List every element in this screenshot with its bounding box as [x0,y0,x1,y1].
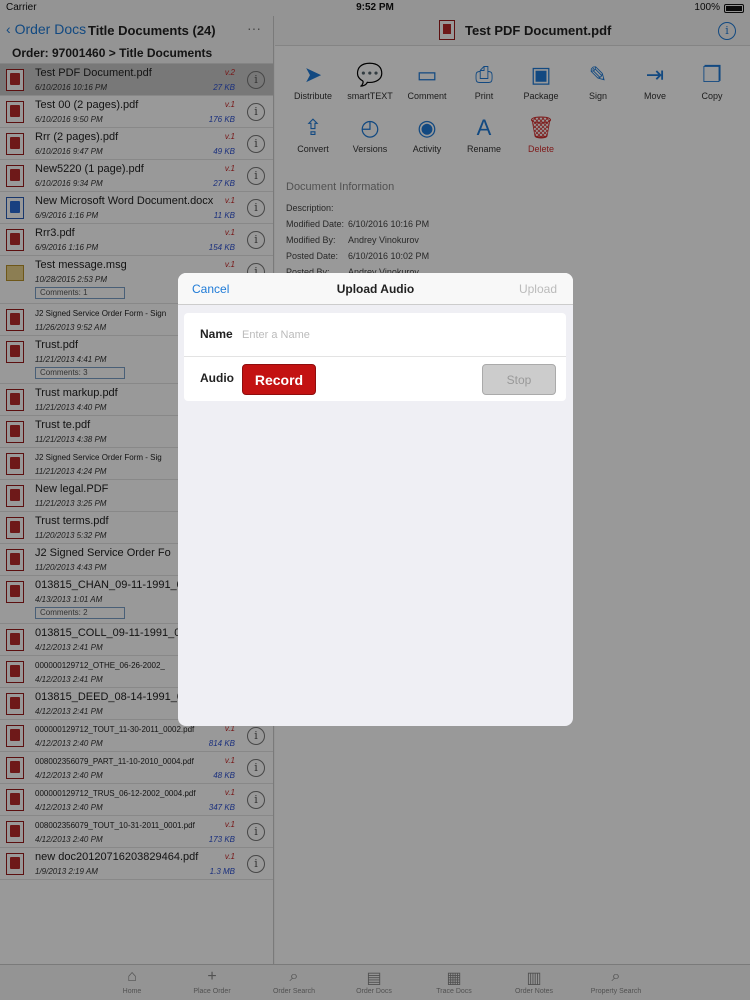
name-input[interactable] [242,326,542,344]
stop-button[interactable]: Stop [482,364,556,395]
audio-row: Audio Record Stop [184,357,566,401]
upload-audio-dialog: Cancel Upload Audio Upload Name Audio Re… [178,273,573,726]
upload-button[interactable]: Upload [519,282,557,296]
dialog-title: Upload Audio [336,282,415,296]
record-button[interactable]: Record [242,364,316,395]
audio-label: Audio [200,371,234,385]
name-label: Name [200,327,233,341]
dialog-header: Cancel Upload Audio Upload [178,273,573,305]
dialog-form: Name Audio Record Stop [184,313,566,401]
name-row: Name [184,313,566,357]
